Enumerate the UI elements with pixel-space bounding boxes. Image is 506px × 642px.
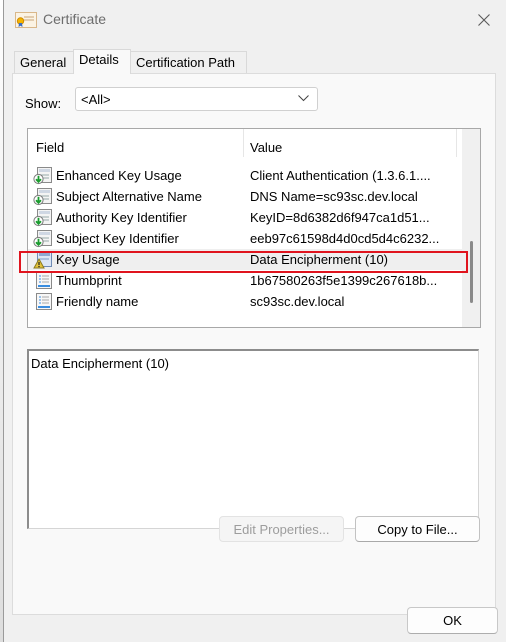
column-header-field[interactable]: Field [36,140,64,155]
tab-details[interactable]: Details [73,49,131,74]
property-icon [33,293,53,311]
field-value: KeyID=8d6382d6f947ca1d51... [250,210,430,225]
list-header: Field Value [28,129,462,159]
field-value: Data Encipherment (10) [250,252,389,267]
field-name: Authority Key Identifier [56,210,187,225]
list-row-key-usage[interactable]: Key Usage Data Encipherment (10) [28,249,462,270]
critical-extension-icon [33,251,53,269]
field-name: Subject Alternative Name [56,189,202,204]
background-window-edge [0,0,4,642]
field-name: Key Usage [56,252,120,267]
tab-certification-path[interactable]: Certification Path [130,51,247,73]
field-name: Enhanced Key Usage [56,168,182,183]
extension-icon [33,230,53,248]
window-title: Certificate [43,11,107,27]
field-value: Client Authentication (1.3.6.1.... [250,168,431,183]
scroll-thumb[interactable] [470,241,473,303]
column-divider[interactable] [243,129,244,157]
close-icon [478,14,490,26]
field-value: sc93sc.dev.local [250,294,345,309]
field-detail-text: Data Encipherment (10) [31,356,170,371]
list-row-friendly-name[interactable]: Friendly name sc93sc.dev.local [28,291,462,312]
list-row-subject-alternative-name[interactable]: Subject Alternative Name DNS Name=sc93sc.… [28,186,462,207]
extension-icon [33,188,53,206]
field-name: Thumbprint [56,273,122,288]
list-row-thumbprint[interactable]: Thumbprint 1b67580263f5e1399c267618b... [28,270,462,291]
show-dropdown-value: <All> [81,92,111,107]
field-value: DNS Name=sc93sc.dev.local [250,189,418,204]
edit-properties-button[interactable]: Edit Properties... [219,516,344,542]
details-panel: Show: <All> Field Value Enhanced Key Usa… [12,73,496,615]
column-header-value[interactable]: Value [250,140,282,155]
field-name: Friendly name [56,294,139,309]
tab-label: Details [79,52,119,67]
tab-label: General [20,55,67,70]
field-detail-textbox[interactable]: Data Encipherment (10) [27,349,479,529]
tab-general[interactable]: General [14,51,74,73]
property-icon [33,272,53,290]
certificate-icon [15,12,37,28]
copy-to-file-button[interactable]: Copy to File... [355,516,480,542]
ok-button[interactable]: OK [407,607,498,634]
tab-label: Certification Path [136,55,235,70]
title-bar: Certificate [4,0,506,42]
field-value: eeb97c61598d4d0cd5d4c6232... [250,231,440,246]
field-name: Subject Key Identifier [56,231,179,246]
list-row-subject-key-identifier[interactable]: Subject Key Identifier eeb97c61598d4d0cd5… [28,228,462,249]
vertical-scrollbar[interactable] [462,129,480,327]
extension-icon [33,209,53,227]
show-dropdown[interactable]: <All> [75,87,318,111]
chevron-down-icon [298,95,309,102]
close-button[interactable] [470,8,498,32]
list-row-authority-key-identifier[interactable]: Authority Key Identifier KeyID=8d6382d6f9… [28,207,462,228]
extension-icon [33,167,53,185]
list-row-enhanced-key-usage[interactable]: Enhanced Key Usage Client Authentication … [28,165,462,186]
list-rows: Enhanced Key Usage Client Authentication … [28,165,462,312]
fields-list[interactable]: Field Value Enhanced Key Usage Client Aut… [27,128,481,328]
show-label: Show: [25,96,62,111]
field-value: 1b67580263f5e1399c267618b... [250,273,438,288]
column-divider[interactable] [456,129,457,157]
